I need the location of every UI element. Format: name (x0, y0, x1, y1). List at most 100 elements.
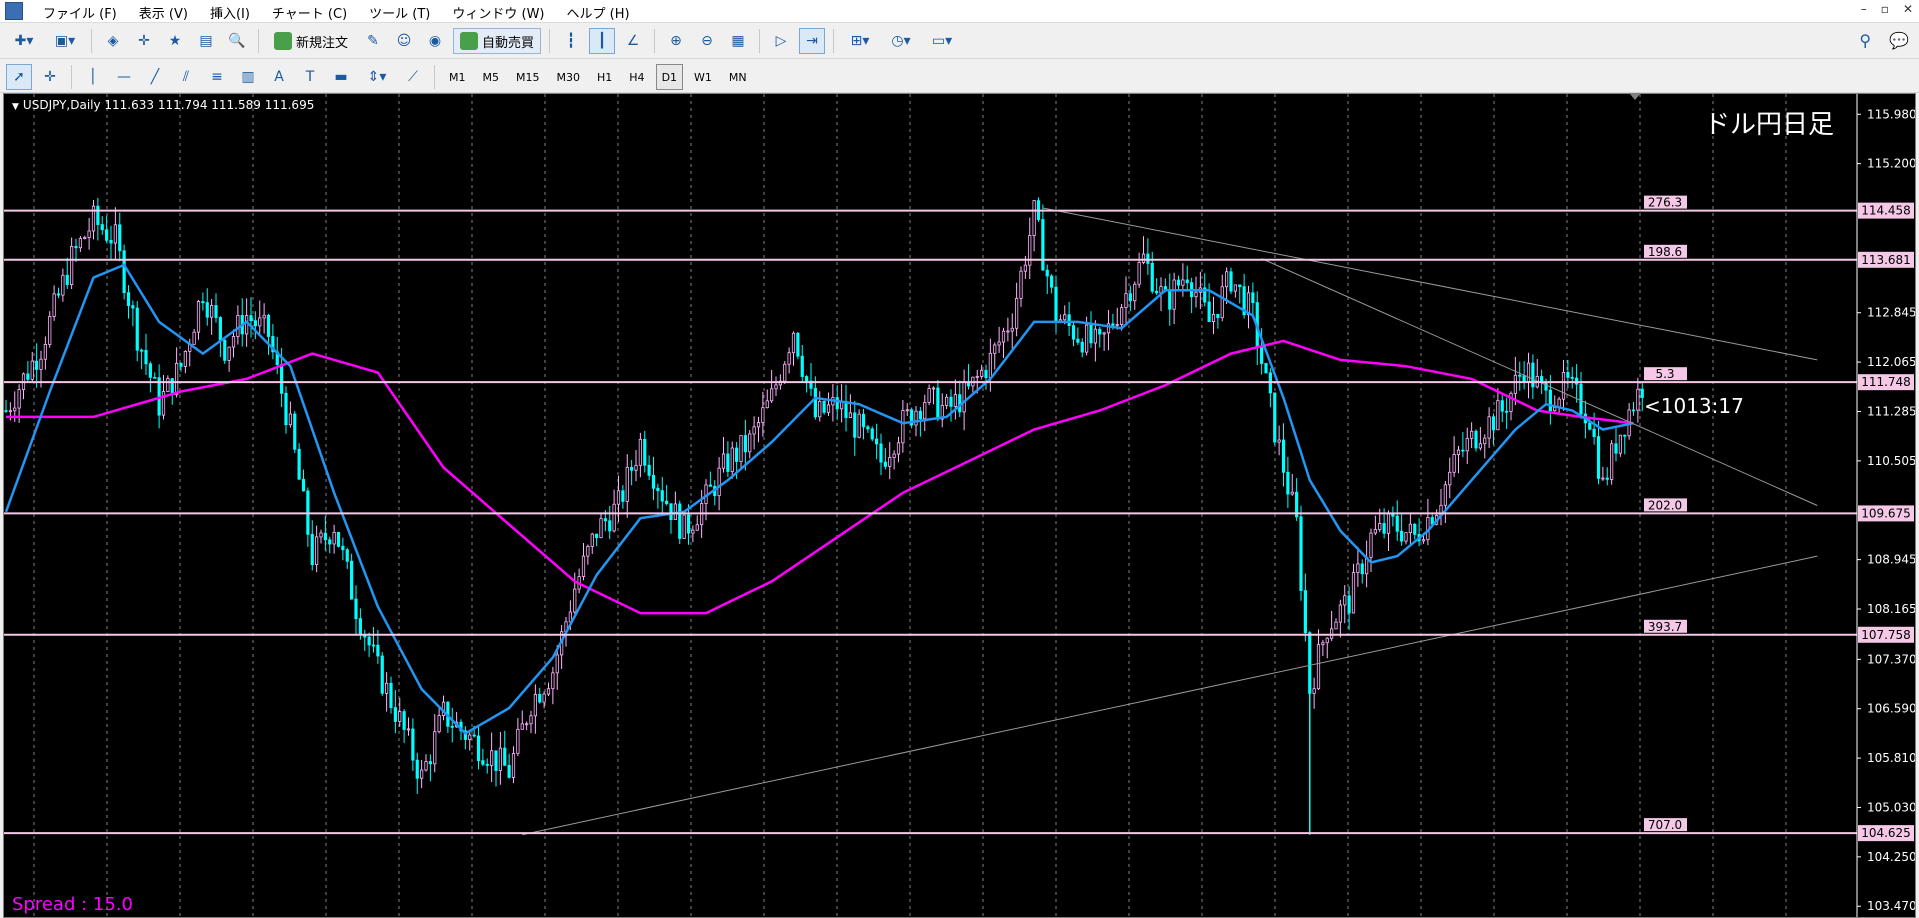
new-order-button[interactable]: 新規注文 (267, 28, 355, 54)
line-chart-icon[interactable]: ∠ (620, 28, 646, 54)
candle-body (1570, 376, 1574, 379)
profiles-icon[interactable]: ▣▾ (47, 28, 83, 54)
candle-body (1137, 262, 1141, 285)
timeframe-h1[interactable]: H1 (591, 64, 618, 90)
timeframe-m1[interactable]: M1 (443, 64, 472, 90)
horizontal-line-icon[interactable]: — (111, 64, 137, 90)
candle-body (1395, 515, 1399, 532)
candle-body (595, 533, 599, 539)
candle-body (389, 682, 393, 708)
candle-body (468, 734, 472, 740)
timeframe-m5[interactable]: M5 (477, 64, 506, 90)
tile-windows-icon[interactable]: ▦ (725, 28, 751, 54)
chart-window[interactable]: 276.3 114.458 198.6 113.681 5.3 111.748 202.0 1… (3, 93, 1916, 918)
equidistant-channel-icon[interactable]: ⫽ (173, 64, 199, 90)
timeframe-h4[interactable]: H4 (623, 64, 650, 90)
candle-body (997, 341, 1001, 346)
candle-body (1207, 301, 1211, 323)
candle-body (249, 315, 253, 322)
candle-body (1513, 374, 1517, 394)
minimize-icon[interactable]: – (1861, 2, 1867, 16)
close-icon[interactable]: ✕ (1903, 2, 1913, 16)
candlestick-icon[interactable]: ┃ (589, 28, 616, 54)
zoom-in-icon[interactable]: ⊕ (663, 28, 689, 54)
autoscroll-icon[interactable]: ▷ (768, 28, 794, 54)
price-chart[interactable]: 276.3 114.458 198.6 113.681 5.3 111.748 202.0 1… (4, 94, 1915, 917)
candle-body (1168, 290, 1172, 310)
candle-body (1089, 324, 1093, 344)
timeframe-d1[interactable]: D1 (655, 64, 684, 90)
periods-icon[interactable]: ◷▾ (883, 28, 919, 54)
level-distance-label: 707.0 (1648, 818, 1682, 832)
candle-body (708, 484, 712, 487)
candle-body (1111, 323, 1115, 326)
menu-file[interactable]: ファイル (F) (32, 3, 128, 22)
price-tick-label: 115.200 (1867, 157, 1915, 171)
terminal-icon[interactable]: ▤ (193, 28, 219, 54)
signals-icon[interactable]: ◉ (422, 28, 448, 54)
delete-objects-icon[interactable]: ⟋ (400, 64, 426, 90)
new-chart-icon[interactable]: ✚▾ (6, 28, 42, 54)
candle-body (1120, 307, 1124, 325)
arrows-icon[interactable]: ⇕▾ (359, 64, 395, 90)
indicators-icon[interactable]: ⊞▾ (842, 28, 878, 54)
collapse-triangle-icon[interactable]: ▼ (12, 102, 19, 112)
candle-body (1614, 443, 1618, 454)
candle-body (1316, 644, 1321, 690)
timeframe-w1[interactable]: W1 (688, 64, 718, 90)
candle-body (1575, 377, 1579, 385)
metaeditor-icon[interactable]: ✎ (360, 28, 386, 54)
vertical-line-icon[interactable]: │ (80, 64, 106, 90)
navigator-icon[interactable]: ★ (162, 28, 188, 54)
data-window-icon[interactable]: ✛ (131, 28, 157, 54)
strategy-tester-icon[interactable]: 🔍 (224, 28, 250, 54)
candle-body (682, 514, 686, 539)
menu-window[interactable]: ウィンドウ (W) (441, 3, 555, 22)
search-icon[interactable]: ⚲ (1859, 31, 1871, 50)
candle-body (844, 400, 848, 419)
candle-body (1561, 371, 1566, 400)
candle-body (612, 503, 616, 532)
timeframe-m30[interactable]: M30 (551, 64, 587, 90)
candle-body (183, 350, 187, 367)
text-icon[interactable]: A (266, 64, 292, 90)
market-watch-icon[interactable]: ◈ (100, 28, 126, 54)
candle-body (345, 549, 349, 562)
level-price-label: 107.758 (1861, 628, 1911, 642)
crosshair-icon[interactable]: ✛ (37, 64, 63, 90)
bar-chart-icon[interactable]: ┇ (558, 28, 584, 54)
candle-body (1115, 324, 1119, 326)
chat-icon[interactable]: 💬 (1889, 31, 1909, 50)
candle-body (1050, 275, 1054, 288)
candle-body (546, 688, 551, 695)
std-deviation-channel-icon[interactable]: ≡ (204, 64, 230, 90)
chart-shift-icon[interactable]: ⇥ (799, 28, 826, 54)
templates-icon[interactable]: ▭▾ (924, 28, 960, 54)
timeframe-mn[interactable]: MN (723, 64, 753, 90)
candle-body (1631, 409, 1636, 412)
cursor-icon[interactable]: ➚ (6, 64, 32, 90)
candle-body (26, 373, 30, 380)
menu-tools[interactable]: ツール (T) (358, 3, 441, 22)
candle-body (1032, 200, 1036, 236)
candle-body (896, 442, 901, 455)
candle-body (1321, 642, 1325, 645)
text-label-icon[interactable]: T (297, 64, 323, 90)
menu-insert[interactable]: 挿入(I) (199, 3, 261, 22)
candle-body (573, 588, 577, 613)
candle-body (148, 363, 152, 378)
timeframe-m15[interactable]: M15 (510, 64, 546, 90)
trendline-icon[interactable]: ╱ (142, 64, 168, 90)
rectangle-icon[interactable]: ▬ (328, 64, 354, 90)
fibonacci-retracement-icon[interactable]: ▥ (235, 64, 261, 90)
menu-charts[interactable]: チャート (C) (261, 3, 358, 22)
restore-icon[interactable]: ▫ (1881, 2, 1889, 16)
zoom-out-icon[interactable]: ⊖ (694, 28, 720, 54)
ma-short-line (4, 263, 1634, 735)
auto-trading-button[interactable]: 自動売買 (453, 28, 542, 54)
account-icon[interactable]: ☺ (391, 28, 417, 54)
menu-help[interactable]: ヘルプ (H) (556, 3, 641, 22)
candle-body (70, 246, 74, 285)
candle-body (1133, 283, 1137, 302)
menu-view[interactable]: 表示 (V) (128, 3, 199, 22)
